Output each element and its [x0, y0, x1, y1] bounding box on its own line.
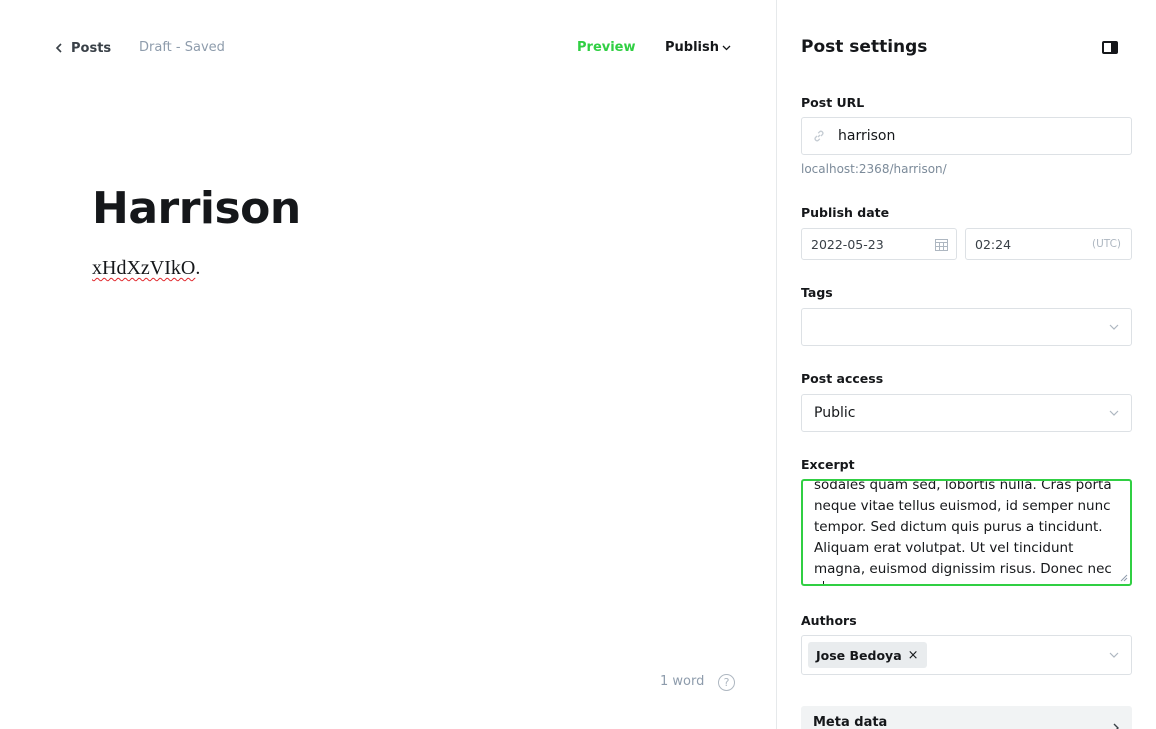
chevron-down-icon	[1109, 652, 1119, 658]
excerpt-line: neque vitae tellus euismod, id semper nu…	[814, 498, 1111, 514]
publish-label: Publish	[665, 40, 719, 55]
excerpt-line: magna, euismod dignissim risus. Donec ne…	[814, 561, 1112, 584]
chevron-left-icon	[55, 43, 62, 53]
tags-select[interactable]	[801, 308, 1132, 346]
preview-button[interactable]: Preview	[577, 40, 636, 55]
link-icon	[814, 130, 824, 142]
post-url-field[interactable]: harrison	[801, 117, 1132, 155]
post-body-text: xHdXzVIkO	[92, 257, 196, 279]
editor-topbar: Posts Draft - Saved Preview Publish	[0, 0, 776, 96]
word-count: 1 word	[660, 674, 705, 689]
resize-handle-icon[interactable]	[1120, 574, 1128, 582]
post-access-select[interactable]: Public	[801, 394, 1132, 432]
post-url-preview: localhost:2368/harrison/	[801, 162, 947, 176]
post-title[interactable]: Harrison	[92, 183, 301, 234]
app: Posts Draft - Saved Preview Publish Harr…	[0, 0, 1156, 729]
back-link-label: Posts	[71, 40, 112, 56]
post-body-punctuation: .	[195, 257, 201, 279]
author-chip: Jose Bedoya ×	[808, 642, 927, 668]
sidebar-toggle-icon[interactable]	[1102, 41, 1118, 54]
chevron-down-icon	[722, 45, 731, 50]
post-body[interactable]: xHdXzVIkO.	[92, 257, 200, 280]
save-status: Draft - Saved	[139, 40, 225, 55]
help-icon[interactable]: ?	[718, 674, 735, 691]
chevron-down-icon	[1109, 324, 1119, 330]
author-name: Jose Bedoya	[816, 647, 902, 663]
chevron-right-icon	[1113, 723, 1119, 729]
post-access-value: Public	[814, 405, 856, 421]
excerpt-label: Excerpt	[801, 457, 855, 472]
back-to-posts-link[interactable]: Posts	[55, 39, 111, 57]
publish-time-input[interactable]: 02:24 (UTC)	[965, 228, 1132, 260]
date-value: 2022-05-23	[811, 236, 884, 252]
post-url-label: Post URL	[801, 95, 865, 110]
excerpt-textarea[interactable]: sodales quam sed, lobortis nulla. Cras p…	[801, 479, 1132, 586]
authors-select[interactable]: Jose Bedoya ×	[801, 635, 1132, 675]
remove-author-icon[interactable]: ×	[908, 648, 919, 663]
meta-data-label: Meta data	[813, 715, 888, 729]
publish-date-label: Publish date	[801, 205, 890, 220]
excerpt-line: sodales quam sed, lobortis nulla. Cras p…	[814, 479, 1112, 493]
post-url-value: harrison	[838, 128, 896, 144]
text-caret	[822, 581, 824, 584]
editor-pane: Posts Draft - Saved Preview Publish Harr…	[0, 0, 776, 729]
calendar-icon	[935, 238, 948, 251]
post-settings-sidebar: Post settings Post URL harrison localhos…	[776, 0, 1156, 729]
excerpt-line: Aliquam erat volutpat. Ut vel tincidunt	[814, 540, 1074, 556]
post-access-label: Post access	[801, 371, 884, 386]
excerpt-line: tempor. Sed dictum quis purus a tincidun…	[814, 519, 1103, 535]
time-value: 02:24	[975, 236, 1012, 252]
excerpt-text: sodales quam sed, lobortis nulla. Cras p…	[814, 479, 1114, 584]
timezone-label: (UTC)	[1091, 238, 1121, 250]
authors-label: Authors	[801, 613, 857, 628]
settings-title: Post settings	[801, 37, 928, 57]
chevron-down-icon	[1109, 410, 1119, 416]
publish-date-input[interactable]: 2022-05-23	[801, 228, 957, 260]
tags-label: Tags	[801, 285, 833, 300]
meta-data-menu-item[interactable]: Meta data	[801, 706, 1132, 729]
publish-menu-button[interactable]: Publish	[665, 40, 731, 55]
